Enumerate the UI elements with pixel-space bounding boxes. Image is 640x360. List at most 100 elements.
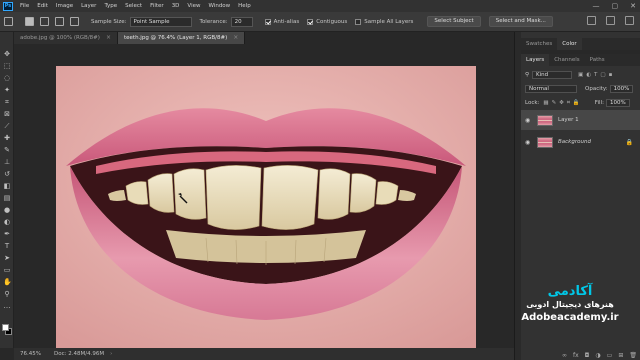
eyedropper-tool-icon[interactable]: ⟋: [3, 122, 11, 130]
eraser-tool-icon[interactable]: ◧: [3, 182, 11, 190]
menu-bar: Ps File Edit Image Layer Type Select Fil…: [0, 0, 640, 12]
lock-icon[interactable]: 🔒: [626, 139, 633, 146]
tab-channels[interactable]: Channels: [549, 54, 584, 66]
select-subject-button[interactable]: Select Subject: [427, 16, 481, 27]
canvas-area[interactable]: [14, 44, 514, 348]
gradient-tool-icon[interactable]: ▤: [3, 194, 11, 202]
layer-style-icon[interactable]: fx: [573, 352, 579, 359]
new-group-icon[interactable]: ▭: [607, 352, 613, 359]
brush-tool-icon[interactable]: ✎: [3, 146, 11, 154]
menu-view[interactable]: View: [183, 3, 204, 9]
menu-layer[interactable]: Layer: [77, 3, 100, 9]
dodge-tool-icon[interactable]: ◐: [3, 218, 11, 226]
pen-tool-icon[interactable]: ✒: [3, 230, 11, 238]
magic-wand-tool-icon[interactable]: ✦: [3, 86, 11, 94]
search-icon: ⚲: [525, 72, 530, 78]
adjustment-layer-icon[interactable]: ◑: [595, 352, 600, 359]
tab-teeth-jpg[interactable]: teeth.jpg @ 76.4% (Layer 1, RGB/8#) ×: [117, 32, 246, 44]
lasso-tool-icon[interactable]: ◌: [3, 74, 11, 82]
eye-icon[interactable]: ◉: [525, 117, 533, 124]
layers-panel-footer: ∞ fx ◘ ◑ ▭ ⊞ 🗑: [521, 350, 640, 360]
tab-swatches[interactable]: Swatches: [521, 38, 557, 50]
subtract-from-selection-icon[interactable]: [55, 17, 64, 26]
contiguous-checkbox[interactable]: [307, 18, 314, 25]
layer-row-layer-1[interactable]: ◉ Layer 1: [521, 110, 640, 130]
workspace-icon[interactable]: [606, 16, 615, 25]
eye-icon[interactable]: ◉: [525, 139, 533, 146]
link-layers-icon[interactable]: ∞: [562, 352, 567, 359]
clone-stamp-tool-icon[interactable]: ⊥: [3, 158, 11, 166]
marquee-tool-icon[interactable]: ⬚: [3, 62, 11, 70]
fill-input[interactable]: 100%: [605, 99, 630, 107]
path-selection-tool-icon[interactable]: ➤: [3, 254, 11, 262]
close-icon[interactable]: ×: [106, 32, 111, 44]
menu-3d[interactable]: 3D: [168, 3, 184, 9]
search-icon[interactable]: [587, 16, 596, 25]
select-and-mask-button[interactable]: Select and Mask...: [488, 16, 553, 27]
minimize-icon[interactable]: —: [593, 2, 600, 10]
menu-edit[interactable]: Edit: [33, 3, 52, 9]
contiguous-label: Contiguous: [316, 18, 348, 25]
type-tool-icon[interactable]: T: [3, 242, 11, 250]
layer-thumbnail: [537, 136, 553, 148]
share-icon[interactable]: [625, 16, 634, 25]
menu-help[interactable]: Help: [234, 3, 255, 9]
add-mask-icon[interactable]: ◘: [585, 352, 590, 359]
sample-all-layers-checkbox[interactable]: [355, 18, 362, 25]
hand-tool-icon[interactable]: ✋: [3, 278, 12, 286]
tab-layers[interactable]: Layers: [521, 54, 550, 66]
document-tabs: adobe.jpg @ 100% (RGB/8#) × teeth.jpg @ …: [14, 32, 514, 44]
healing-brush-tool-icon[interactable]: ✚: [3, 134, 11, 142]
close-icon[interactable]: ×: [233, 32, 238, 44]
magic-wand-tool-preset-icon[interactable]: [4, 17, 13, 26]
zoom-level[interactable]: 76.45%: [14, 351, 54, 357]
document-canvas[interactable]: [56, 66, 476, 348]
history-brush-tool-icon[interactable]: ↺: [3, 170, 11, 178]
blend-mode-select[interactable]: Normal: [525, 85, 577, 93]
tools-panel: ✥ ⬚ ◌ ✦ ⌗ ⊠ ⟋ ✚ ✎ ⊥ ↺ ◧ ▤ ● ◐ ✒ T ➤ ▭ ✋ …: [0, 32, 14, 348]
zoom-tool-icon[interactable]: ⚲: [3, 290, 11, 298]
anti-alias-checkbox[interactable]: [264, 18, 271, 25]
trash-icon[interactable]: 🗑: [629, 352, 637, 359]
sample-size-select[interactable]: Point Sample: [129, 16, 192, 27]
crop-tool-icon[interactable]: ⌗: [3, 98, 11, 106]
menu-image[interactable]: Image: [52, 3, 77, 9]
kind-filter-select[interactable]: Kind: [532, 71, 573, 79]
tolerance-input[interactable]: 20: [230, 16, 253, 27]
new-selection-icon[interactable]: [25, 17, 34, 26]
menu-window[interactable]: Window: [204, 3, 234, 9]
layers-panel-tabs: Layers Channels Paths: [521, 54, 640, 66]
menu-file[interactable]: File: [16, 3, 33, 9]
filter-icons[interactable]: ▣◐T▢▪: [578, 72, 615, 78]
move-tool-icon[interactable]: ✥: [3, 50, 11, 58]
foreground-color-swatch[interactable]: [2, 324, 9, 331]
menu-type[interactable]: Type: [100, 3, 121, 9]
tab-color[interactable]: Color: [557, 38, 582, 50]
blur-tool-icon[interactable]: ●: [3, 206, 11, 214]
options-bar: Sample Size: Point Sample Tolerance: 20 …: [0, 12, 640, 32]
close-icon[interactable]: ✕: [630, 2, 636, 10]
document-size: Doc: 2.48M/4.96M: [54, 351, 105, 357]
layer-name[interactable]: Background: [558, 139, 591, 145]
more-tools-icon[interactable]: …: [3, 302, 11, 310]
lock-label: Lock:: [525, 100, 540, 106]
add-to-selection-icon[interactable]: [40, 17, 49, 26]
lock-icons[interactable]: ▦✎✥⌗🔒: [543, 100, 582, 107]
layer-name[interactable]: Layer 1: [558, 117, 579, 123]
tab-paths[interactable]: Paths: [585, 54, 610, 66]
rectangle-tool-icon[interactable]: ▭: [3, 266, 11, 274]
intersect-selection-icon[interactable]: [70, 17, 79, 26]
tab-adobe-jpg[interactable]: adobe.jpg @ 100% (RGB/8#) ×: [14, 32, 118, 44]
layer-row-background[interactable]: ◉ Background 🔒: [521, 132, 640, 152]
opacity-input[interactable]: 100%: [609, 85, 634, 93]
color-panel-tabs: Swatches Color: [521, 38, 640, 50]
menu-filter[interactable]: Filter: [146, 3, 168, 9]
maximize-icon[interactable]: ▢: [612, 2, 619, 10]
frame-tool-icon[interactable]: ⊠: [3, 110, 11, 118]
sample-all-layers-label: Sample All Layers: [364, 18, 414, 25]
smile-photo[interactable]: [56, 66, 476, 348]
new-layer-icon[interactable]: ⊞: [618, 352, 623, 359]
menu-select[interactable]: Select: [121, 3, 146, 9]
fill-label: Fill:: [594, 100, 604, 106]
status-menu-chevron-icon[interactable]: ›: [110, 351, 112, 357]
